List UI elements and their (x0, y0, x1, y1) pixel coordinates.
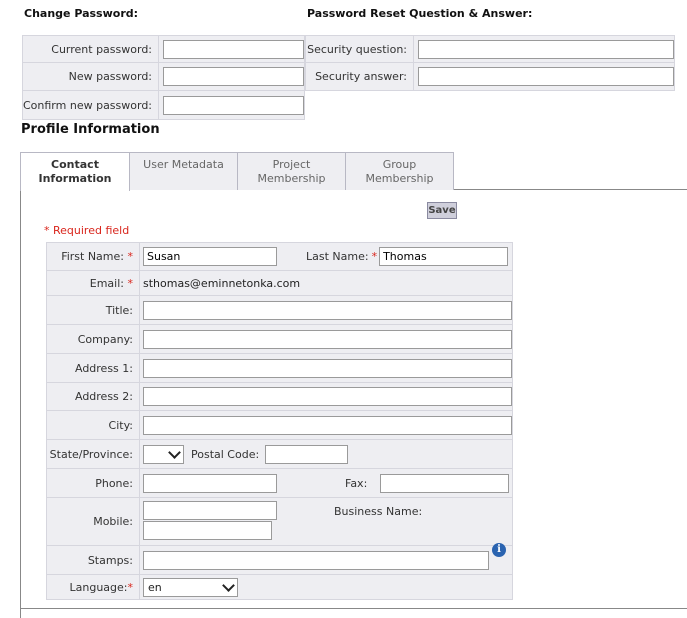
stamps-input[interactable] (143, 550, 489, 570)
language-label: Language: (69, 580, 128, 594)
last-name-label: Last Name: (306, 250, 369, 263)
new-password-label: New password: (21, 62, 160, 91)
first-name-label: First Name: (61, 250, 124, 263)
security-question-label: Security question: (305, 35, 414, 63)
panel-bottom-border (20, 608, 687, 609)
tab-label: Information (38, 172, 112, 185)
first-name-label-cell: First Name: * (46, 242, 140, 271)
contact-form-table: First Name: * Last Name: * Email: * stho… (46, 242, 513, 600)
title-label: Title: (46, 295, 140, 325)
address2-input[interactable] (143, 387, 512, 406)
password-reset-table: Security question: Security answer: (305, 35, 675, 91)
stamps-label: Stamps: (46, 545, 140, 575)
company-input[interactable] (143, 329, 512, 349)
fax-label: Fax: (345, 476, 368, 490)
change-password-title: Change Password: (24, 7, 139, 20)
tab-contact-information[interactable]: Contact Information (20, 152, 130, 191)
chevron-down-icon (168, 445, 181, 459)
required-star: * (127, 580, 134, 594)
required-star: * (127, 250, 134, 263)
tab-label: Membership (257, 172, 326, 185)
save-button[interactable]: Save (427, 202, 457, 219)
panel-left-border (20, 189, 21, 618)
state-select[interactable] (143, 444, 184, 464)
email-label-cell: Email: * (46, 270, 140, 296)
title-input[interactable] (143, 300, 512, 320)
info-icon[interactable]: i (492, 543, 506, 557)
mobile-label: Mobile: (46, 497, 140, 546)
state-label: State/Province: (46, 439, 140, 469)
required-field-note: * Required field (44, 224, 130, 237)
address1-label: Address 1: (46, 353, 140, 383)
company-label: Company: (46, 324, 140, 354)
language-value: en (148, 580, 162, 594)
city-label: City: (46, 410, 140, 440)
phone-input[interactable] (143, 473, 277, 493)
email-value: sthomas@eminnetonka.com (139, 270, 513, 296)
change-password-table: Current password: New password: Confirm … (21, 35, 306, 120)
current-password-input[interactable] (163, 39, 305, 59)
confirm-password-label: Confirm new password: (21, 90, 160, 120)
tab-label: User Metadata (143, 158, 224, 171)
new-password-input[interactable] (163, 67, 305, 86)
city-input[interactable] (143, 415, 512, 435)
language-select[interactable]: en (143, 577, 238, 597)
required-star: * (371, 250, 378, 263)
phone-label: Phone: (46, 468, 140, 498)
current-password-label: Current password: (21, 35, 160, 63)
mobile-input[interactable] (143, 501, 277, 520)
profile-heading: Profile Information (21, 122, 160, 137)
confirm-password-input[interactable] (163, 95, 305, 115)
email-label: Email: (89, 276, 124, 290)
tab-label: Contact (51, 158, 99, 171)
postal-code-label: Postal Code: (191, 447, 260, 461)
tab-user-metadata[interactable]: User Metadata (129, 152, 238, 190)
tab-label: Project (272, 158, 311, 171)
security-answer-label: Security answer: (305, 62, 414, 91)
business-name-label: Business Name: (334, 505, 423, 518)
address2-label: Address 2: (46, 382, 140, 411)
mobile-input-secondary[interactable] (143, 521, 272, 540)
required-star: * (127, 276, 134, 290)
security-answer-input[interactable] (418, 67, 674, 86)
password-reset-title: Password Reset Question & Answer: (307, 7, 533, 20)
last-name-input[interactable] (379, 247, 509, 266)
tab-label: Membership (365, 172, 434, 185)
postal-code-input[interactable] (265, 444, 349, 464)
tab-group-membership[interactable]: Group Membership (345, 152, 454, 190)
tab-project-membership[interactable]: Project Membership (237, 152, 346, 190)
tab-label: Group (382, 158, 417, 171)
first-name-input[interactable] (143, 247, 277, 266)
fax-input[interactable] (380, 473, 510, 493)
security-question-input[interactable] (418, 39, 674, 59)
chevron-down-icon (222, 578, 235, 592)
language-label-cell: Language:* (46, 574, 140, 600)
address1-input[interactable] (143, 358, 512, 378)
